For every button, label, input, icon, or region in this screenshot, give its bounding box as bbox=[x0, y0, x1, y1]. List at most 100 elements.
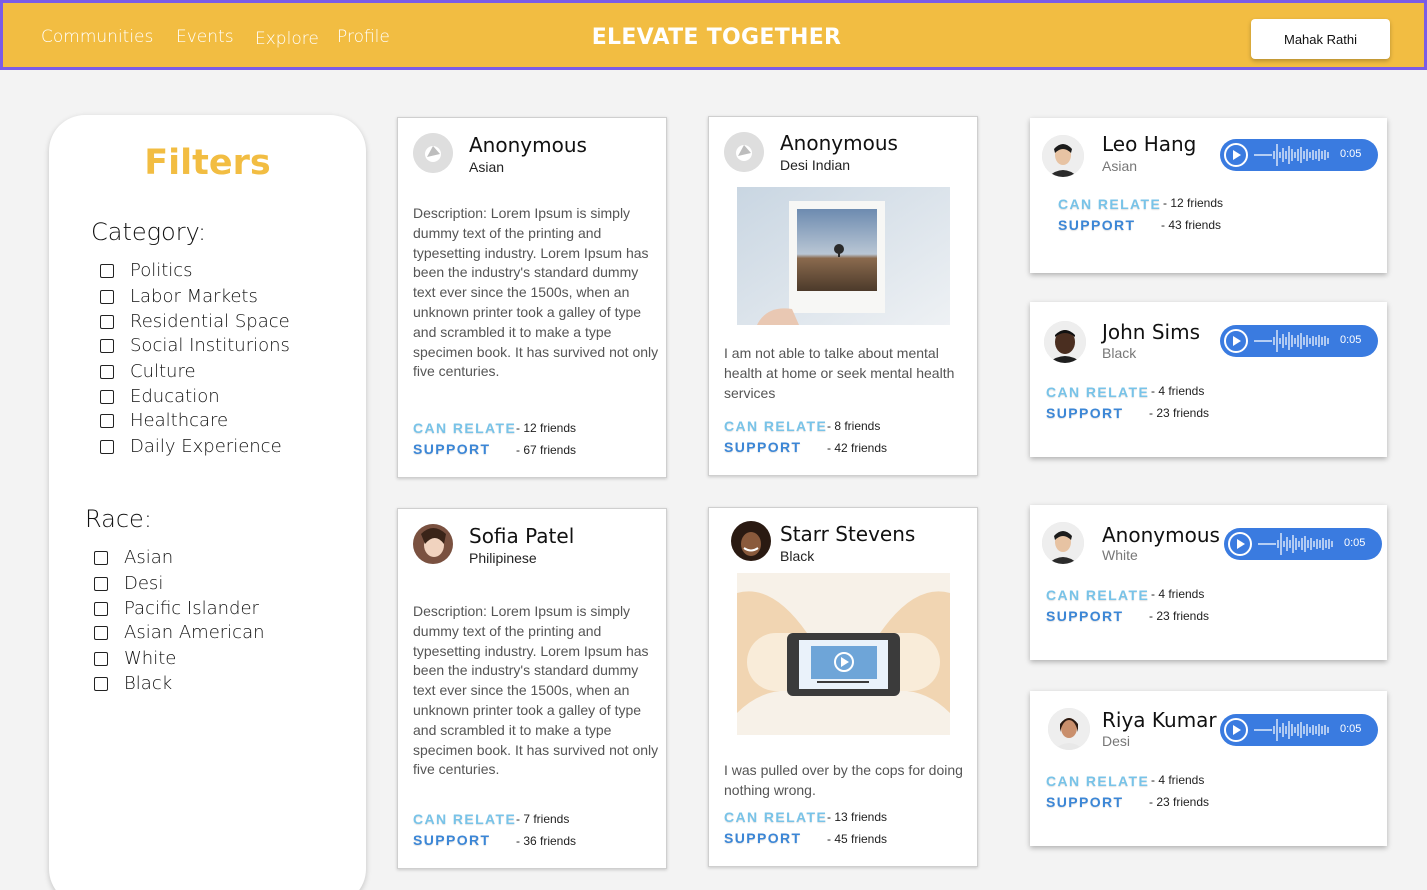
user-avatar bbox=[731, 521, 771, 561]
post-author-race: Desi Indian bbox=[780, 157, 851, 173]
voice-post-card[interactable]: Riya Kumar Desi 0:05 CAN RELATE - 4 frie… bbox=[1030, 691, 1387, 846]
audio-message-player[interactable]: 0:05 bbox=[1220, 714, 1378, 746]
filters-panel: Filters Category: Politics Labor Markets… bbox=[49, 115, 366, 890]
support-count: - 23 friends bbox=[1149, 609, 1210, 623]
audio-duration: 0:05 bbox=[1340, 148, 1362, 160]
app-title: ELEVATE TOGETHER bbox=[591, 25, 842, 50]
post-description: Description: Lorem Ipsum is simply dummy… bbox=[413, 205, 659, 380]
support-button[interactable]: SUPPORT bbox=[1046, 405, 1123, 421]
checkbox[interactable] bbox=[100, 413, 114, 428]
checkbox[interactable] bbox=[100, 263, 114, 278]
user-avatar bbox=[1044, 321, 1086, 363]
can-relate-button[interactable]: CAN RELATE bbox=[1058, 196, 1161, 212]
race-option-pacific-islander[interactable]: Pacific Islander bbox=[94, 598, 259, 619]
category-option-healthcare[interactable]: Healthcare bbox=[100, 410, 228, 431]
audio-message-player[interactable]: 0:05 bbox=[1224, 528, 1382, 560]
checkbox[interactable] bbox=[100, 389, 114, 404]
checkbox[interactable] bbox=[100, 439, 114, 454]
support-count: - 42 friends bbox=[827, 441, 888, 455]
support-button[interactable]: SUPPORT bbox=[1058, 217, 1135, 233]
category-option-politics[interactable]: Politics bbox=[100, 260, 193, 281]
can-relate-button[interactable]: CAN RELATE bbox=[724, 418, 827, 434]
user-avatar bbox=[1048, 708, 1090, 750]
race-option-asian-american[interactable]: Asian American bbox=[94, 622, 265, 643]
checkbox[interactable] bbox=[100, 338, 114, 353]
support-button[interactable]: SUPPORT bbox=[1046, 794, 1123, 810]
post-card[interactable]: Sofia Patel Philipinese Description: Lor… bbox=[397, 508, 667, 869]
can-relate-count: - 12 friends bbox=[1163, 196, 1224, 210]
category-heading: Category: bbox=[91, 218, 207, 246]
checkbox[interactable] bbox=[94, 676, 108, 691]
post-author-race: Asian bbox=[1102, 158, 1138, 174]
post-author-name: Riya Kumar bbox=[1102, 708, 1217, 732]
play-icon[interactable] bbox=[1224, 329, 1248, 353]
post-description: Description: Lorem Ipsum is simply dummy… bbox=[413, 603, 659, 778]
support-count: - 36 friends bbox=[516, 834, 577, 848]
audio-message-player[interactable]: 0:05 bbox=[1220, 325, 1378, 357]
race-option-desi[interactable]: Desi bbox=[94, 573, 163, 594]
can-relate-button[interactable]: CAN RELATE bbox=[724, 809, 827, 825]
category-option-social-institutions[interactable]: Social Institurions bbox=[100, 335, 290, 356]
post-author-name: Anonymous bbox=[1102, 523, 1220, 547]
user-profile-button[interactable]: Mahak Rathi bbox=[1251, 19, 1390, 59]
support-button[interactable]: SUPPORT bbox=[724, 439, 801, 455]
checkbox[interactable] bbox=[94, 625, 108, 640]
voice-post-card[interactable]: John Sims Black 0:05 CAN RELATE - 4 frie… bbox=[1030, 302, 1387, 457]
audio-message-player[interactable]: 0:05 bbox=[1220, 139, 1378, 171]
post-author-race: Asian bbox=[469, 159, 505, 175]
post-author-name: John Sims bbox=[1102, 320, 1200, 344]
play-icon[interactable] bbox=[1224, 718, 1248, 742]
race-option-black[interactable]: Black bbox=[94, 673, 172, 694]
post-author-name: Sofia Patel bbox=[469, 524, 575, 548]
checkbox[interactable] bbox=[94, 651, 108, 666]
checkbox[interactable] bbox=[100, 289, 114, 304]
audio-duration: 0:05 bbox=[1340, 723, 1362, 735]
checkbox[interactable] bbox=[94, 601, 108, 616]
audio-duration: 0:05 bbox=[1340, 334, 1362, 346]
post-author-name: Anonymous bbox=[780, 131, 898, 155]
category-option-labor-markets[interactable]: Labor Markets bbox=[100, 286, 258, 307]
support-button[interactable]: SUPPORT bbox=[1046, 608, 1123, 624]
post-card[interactable]: Anonymous Desi Indian I am not able to t… bbox=[708, 116, 978, 476]
can-relate-button[interactable]: CAN RELATE bbox=[413, 811, 516, 827]
can-relate-count: - 13 friends bbox=[827, 810, 888, 824]
checkbox[interactable] bbox=[94, 576, 108, 591]
support-count: - 23 friends bbox=[1149, 406, 1210, 420]
category-option-education[interactable]: Education bbox=[100, 386, 220, 407]
category-option-culture[interactable]: Culture bbox=[100, 361, 196, 382]
can-relate-count: - 7 friends bbox=[516, 812, 570, 826]
support-count: - 45 friends bbox=[827, 832, 888, 846]
post-author-name: Leo Hang bbox=[1102, 132, 1197, 156]
post-author-name: Starr Stevens bbox=[780, 522, 916, 546]
category-option-daily-experience[interactable]: Daily Experience bbox=[100, 436, 282, 457]
can-relate-button[interactable]: CAN RELATE bbox=[1046, 384, 1149, 400]
race-option-asian[interactable]: Asian bbox=[94, 547, 173, 568]
can-relate-button[interactable]: CAN RELATE bbox=[413, 420, 516, 436]
can-relate-button[interactable]: CAN RELATE bbox=[1046, 773, 1149, 789]
voice-post-card[interactable]: Leo Hang Asian 0:05 CAN RELATE - 12 frie… bbox=[1030, 118, 1387, 273]
post-card[interactable]: Starr Stevens Black I was pulled over by… bbox=[708, 507, 978, 867]
voice-post-card[interactable]: Anonymous White 0:05 CAN RELATE - 4 frie… bbox=[1030, 505, 1387, 660]
support-button[interactable]: SUPPORT bbox=[724, 830, 801, 846]
can-relate-count: - 8 friends bbox=[827, 419, 881, 433]
post-image-polaroid[interactable] bbox=[737, 187, 950, 325]
post-author-race: Black bbox=[1102, 345, 1137, 361]
support-button[interactable]: SUPPORT bbox=[413, 441, 490, 457]
play-icon[interactable] bbox=[1228, 532, 1252, 556]
support-count: - 67 friends bbox=[516, 443, 577, 457]
category-option-residential-space[interactable]: Residential Space bbox=[100, 311, 290, 332]
can-relate-button[interactable]: CAN RELATE bbox=[1046, 587, 1149, 603]
waveform-icon bbox=[1254, 144, 1329, 166]
post-video-thumbnail[interactable] bbox=[737, 573, 950, 735]
can-relate-count: - 12 friends bbox=[516, 421, 577, 435]
race-option-white[interactable]: White bbox=[94, 648, 176, 669]
checkbox[interactable] bbox=[100, 364, 114, 379]
post-card[interactable]: Anonymous Asian Description: Lorem Ipsum… bbox=[397, 117, 667, 478]
checkbox[interactable] bbox=[100, 314, 114, 329]
waveform-icon bbox=[1254, 719, 1329, 741]
post-description: I was pulled over by the cops for doing … bbox=[724, 762, 963, 798]
play-icon[interactable] bbox=[1224, 143, 1248, 167]
post-author-race: Black bbox=[780, 548, 815, 564]
support-button[interactable]: SUPPORT bbox=[413, 832, 490, 848]
checkbox[interactable] bbox=[94, 550, 108, 565]
